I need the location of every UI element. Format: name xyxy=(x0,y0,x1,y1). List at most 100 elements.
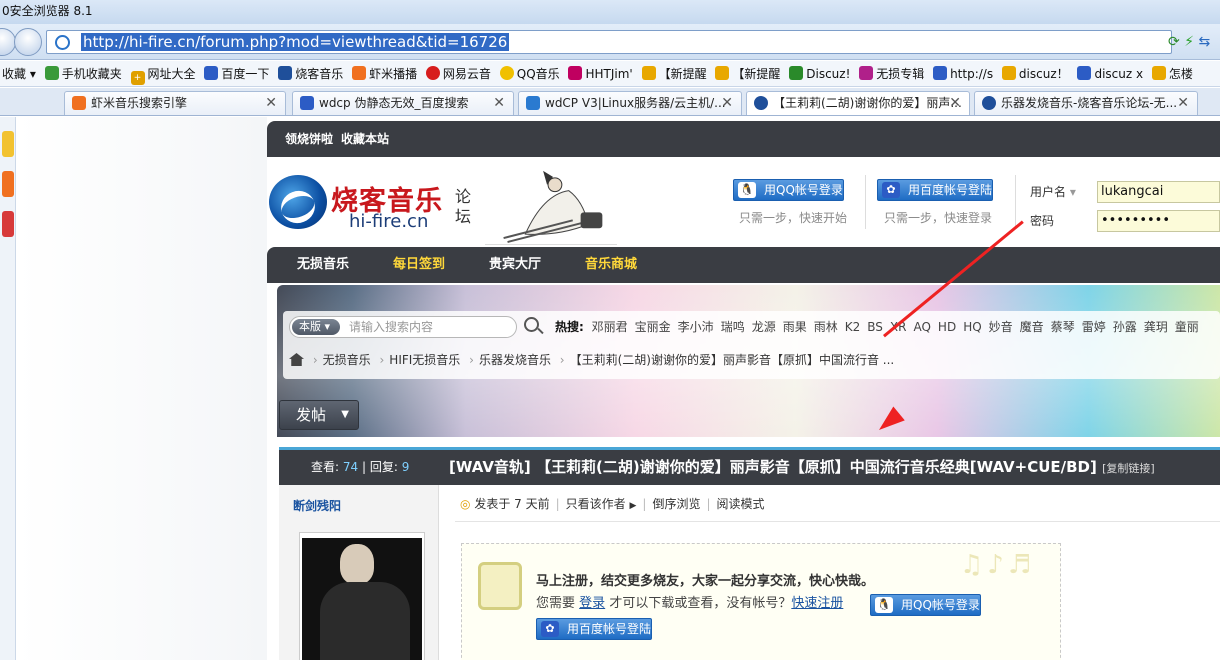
bookmark-item[interactable]: 无损专辑 xyxy=(857,61,927,86)
copy-link-button[interactable]: [复制链接] xyxy=(1102,462,1155,475)
bookmark-label: 无损专辑 xyxy=(876,67,925,81)
hot-search-list: 热搜: 邓丽君 宝丽金 李小沛 瑞鸣 龙源 雨果 雨林 K2 BS XR AQ HD HQ 妙音 魔音 蔡琴雷… xyxy=(555,317,1206,337)
nav-item-vip[interactable]: 贵宾大厅 xyxy=(489,247,541,283)
hot-term[interactable]: AQ xyxy=(913,320,930,334)
bookmarks-menu[interactable]: 收藏 ▾ xyxy=(0,61,39,86)
new-post-button[interactable]: 发帖 ▼ xyxy=(279,400,359,430)
search-icon[interactable] xyxy=(524,317,539,332)
nav-item-lossless[interactable]: 无损音乐 xyxy=(297,247,349,283)
forward-button[interactable] xyxy=(14,28,42,56)
register-prompt: ♫♪♬ 马上注册，结交更多烧友，大家一起分享交流，快心快哉。 您需要 登录 才可… xyxy=(461,543,1061,660)
chevron-down-icon[interactable]: ▾ xyxy=(1070,185,1076,199)
bookmark-item[interactable]: 【新提醒 xyxy=(640,61,710,86)
url-text[interactable]: http://hi-fire.cn/forum.php?mod=viewthre… xyxy=(81,33,510,51)
hot-term[interactable]: 宝丽金 xyxy=(635,320,671,334)
bookmark-item[interactable]: 百度一下 xyxy=(202,61,272,86)
bookmark-item[interactable]: 手机收藏夹 xyxy=(43,61,125,86)
bookmark-item[interactable]: 虾米播播 xyxy=(350,61,420,86)
tab-wdcp-search[interactable]: wdcp 伪静态无效_百度搜索 ✕ xyxy=(292,91,514,115)
register-hint-a: 您需要 xyxy=(536,596,576,611)
hot-term[interactable]: 雷婷 xyxy=(1082,320,1106,334)
search-scope-dropdown[interactable]: 本版 ▾ xyxy=(292,319,340,335)
baidu-login-button[interactable]: ✿ 用百度帐号登陆 xyxy=(536,618,653,640)
breadcrumb-item[interactable]: HIFI无损音乐 xyxy=(389,353,460,367)
hot-term[interactable]: 邓丽君 xyxy=(592,320,628,334)
login-link[interactable]: 登录 xyxy=(579,596,605,611)
password-input[interactable]: ••••••••• xyxy=(1097,210,1220,232)
bookmark-item[interactable]: Discuz! xyxy=(787,61,853,86)
home-icon[interactable] xyxy=(289,353,304,366)
hot-term[interactable]: 瑞鸣 xyxy=(721,320,745,334)
reverse-order-link[interactable]: 倒序浏览 xyxy=(652,497,700,511)
thread-title: [WAV音轨] 【王莉莉(二胡)谢谢你的爱】丽声影音【原抓】中国流行音乐经典[W… xyxy=(449,450,1155,486)
bookmark-item[interactable]: 怎楼 xyxy=(1150,61,1196,86)
username-input[interactable]: lukangcai xyxy=(1097,181,1220,203)
close-icon[interactable]: ✕ xyxy=(1177,92,1189,115)
avatar[interactable] xyxy=(302,538,422,660)
bookmark-item[interactable]: 【新提醒 xyxy=(713,61,783,86)
history-icon[interactable]: ⇆ xyxy=(1198,34,1210,50)
views-count: 74 xyxy=(342,460,359,474)
close-icon[interactable]: ✕ xyxy=(493,92,505,115)
hot-term[interactable]: 雨林 xyxy=(814,320,838,334)
replies-count: 9 xyxy=(401,460,410,474)
baidu-login-label: 用百度帐号登陆 xyxy=(908,183,993,197)
address-row: http://hi-fire.cn/forum.php?mod=viewthre… xyxy=(0,24,1220,60)
only-author-link[interactable]: 只看该作者 xyxy=(566,497,626,511)
hot-term[interactable]: 龚玥 xyxy=(1144,320,1168,334)
hot-term[interactable]: K2 xyxy=(845,320,861,334)
tab-thread-active[interactable]: 【王莉莉(二胡)谢谢你的爱】丽声... ✕ xyxy=(746,91,970,115)
close-icon[interactable]: ✕ xyxy=(721,92,733,115)
quick-register-link[interactable]: 快速注册 xyxy=(791,596,843,611)
bookmark-label: 【新提醒 xyxy=(658,67,707,81)
tab-wdcp[interactable]: wdCP V3|Linux服务器/云主机/... ✕ xyxy=(518,91,742,115)
baidu-paw-icon: ✿ xyxy=(882,182,900,198)
address-bar[interactable]: http://hi-fire.cn/forum.php?mod=viewthre… xyxy=(46,30,1172,54)
hot-term[interactable]: HD xyxy=(938,320,956,334)
bookmark-item[interactable]: + 网址大全 xyxy=(129,61,199,86)
refresh-icon[interactable]: ⟳ xyxy=(1168,34,1180,50)
qq-login-button[interactable]: 🐧 用QQ帐号登录 xyxy=(733,179,844,201)
sidebar-app-icon[interactable] xyxy=(2,211,14,237)
hot-term[interactable]: 龙源 xyxy=(752,320,776,334)
read-mode-link[interactable]: 阅读模式 xyxy=(717,497,765,511)
close-icon[interactable]: ✕ xyxy=(265,92,277,115)
hot-term[interactable]: 童丽 xyxy=(1175,320,1199,334)
tab-forum[interactable]: 乐器发烧音乐-烧客音乐论坛-无... ✕ xyxy=(974,91,1198,115)
top-link-shaobing[interactable]: 领烧饼啦 xyxy=(285,121,333,157)
hot-term[interactable]: 魔音 xyxy=(1020,320,1044,334)
breadcrumb-item[interactable]: 乐器发烧音乐 xyxy=(479,353,551,367)
sidebar-app-icon[interactable] xyxy=(2,171,14,197)
bookmark-item[interactable]: discuz！ xyxy=(1000,61,1072,86)
bookmark-item[interactable]: 烧客音乐 xyxy=(276,61,346,86)
breadcrumb-item[interactable]: 无损音乐 xyxy=(323,353,371,367)
breadcrumb-separator: › xyxy=(312,353,318,367)
bookmark-item[interactable]: http://s xyxy=(931,61,996,86)
bookmark-item[interactable]: QQ音乐 xyxy=(498,61,563,86)
top-link-favorite[interactable]: 收藏本站 xyxy=(341,121,389,157)
site-info-icon[interactable] xyxy=(55,35,70,50)
sidebar-star-icon[interactable] xyxy=(2,131,14,157)
lightning-icon[interactable]: ⚡ xyxy=(1184,34,1194,50)
nav-item-checkin[interactable]: 每日签到 xyxy=(393,247,445,283)
bookmark-item[interactable]: HHTJim' xyxy=(566,61,635,86)
nav-item-shop[interactable]: 音乐商城 xyxy=(585,247,637,283)
hot-term[interactable]: 雨果 xyxy=(783,320,807,334)
baidu-login-button[interactable]: ✿ 用百度帐号登陆 xyxy=(877,179,994,201)
close-icon[interactable]: ✕ xyxy=(949,92,961,115)
hot-term[interactable]: HQ xyxy=(963,320,981,334)
breadcrumb-separator: › xyxy=(559,353,565,367)
site-icon xyxy=(982,96,996,110)
author-name[interactable]: 断剑残阳 xyxy=(293,497,341,514)
qq-login-button[interactable]: 🐧 用QQ帐号登录 xyxy=(870,594,981,616)
hot-term[interactable]: 孙露 xyxy=(1113,320,1137,334)
bookmark-item[interactable]: discuz x xyxy=(1075,61,1146,86)
hot-term[interactable]: 李小沛 xyxy=(678,320,714,334)
tab-xiami[interactable]: 虾米音乐搜索引擎 ✕ xyxy=(64,91,286,115)
chevron-down-icon: ▼ xyxy=(341,409,349,420)
logo-icon[interactable] xyxy=(269,175,327,229)
hot-term[interactable]: 蔡琴 xyxy=(1051,320,1075,334)
hot-term[interactable]: 妙音 xyxy=(989,320,1013,334)
hot-term[interactable]: BS xyxy=(867,320,883,334)
bookmark-item[interactable]: 网易云音 xyxy=(424,61,494,86)
